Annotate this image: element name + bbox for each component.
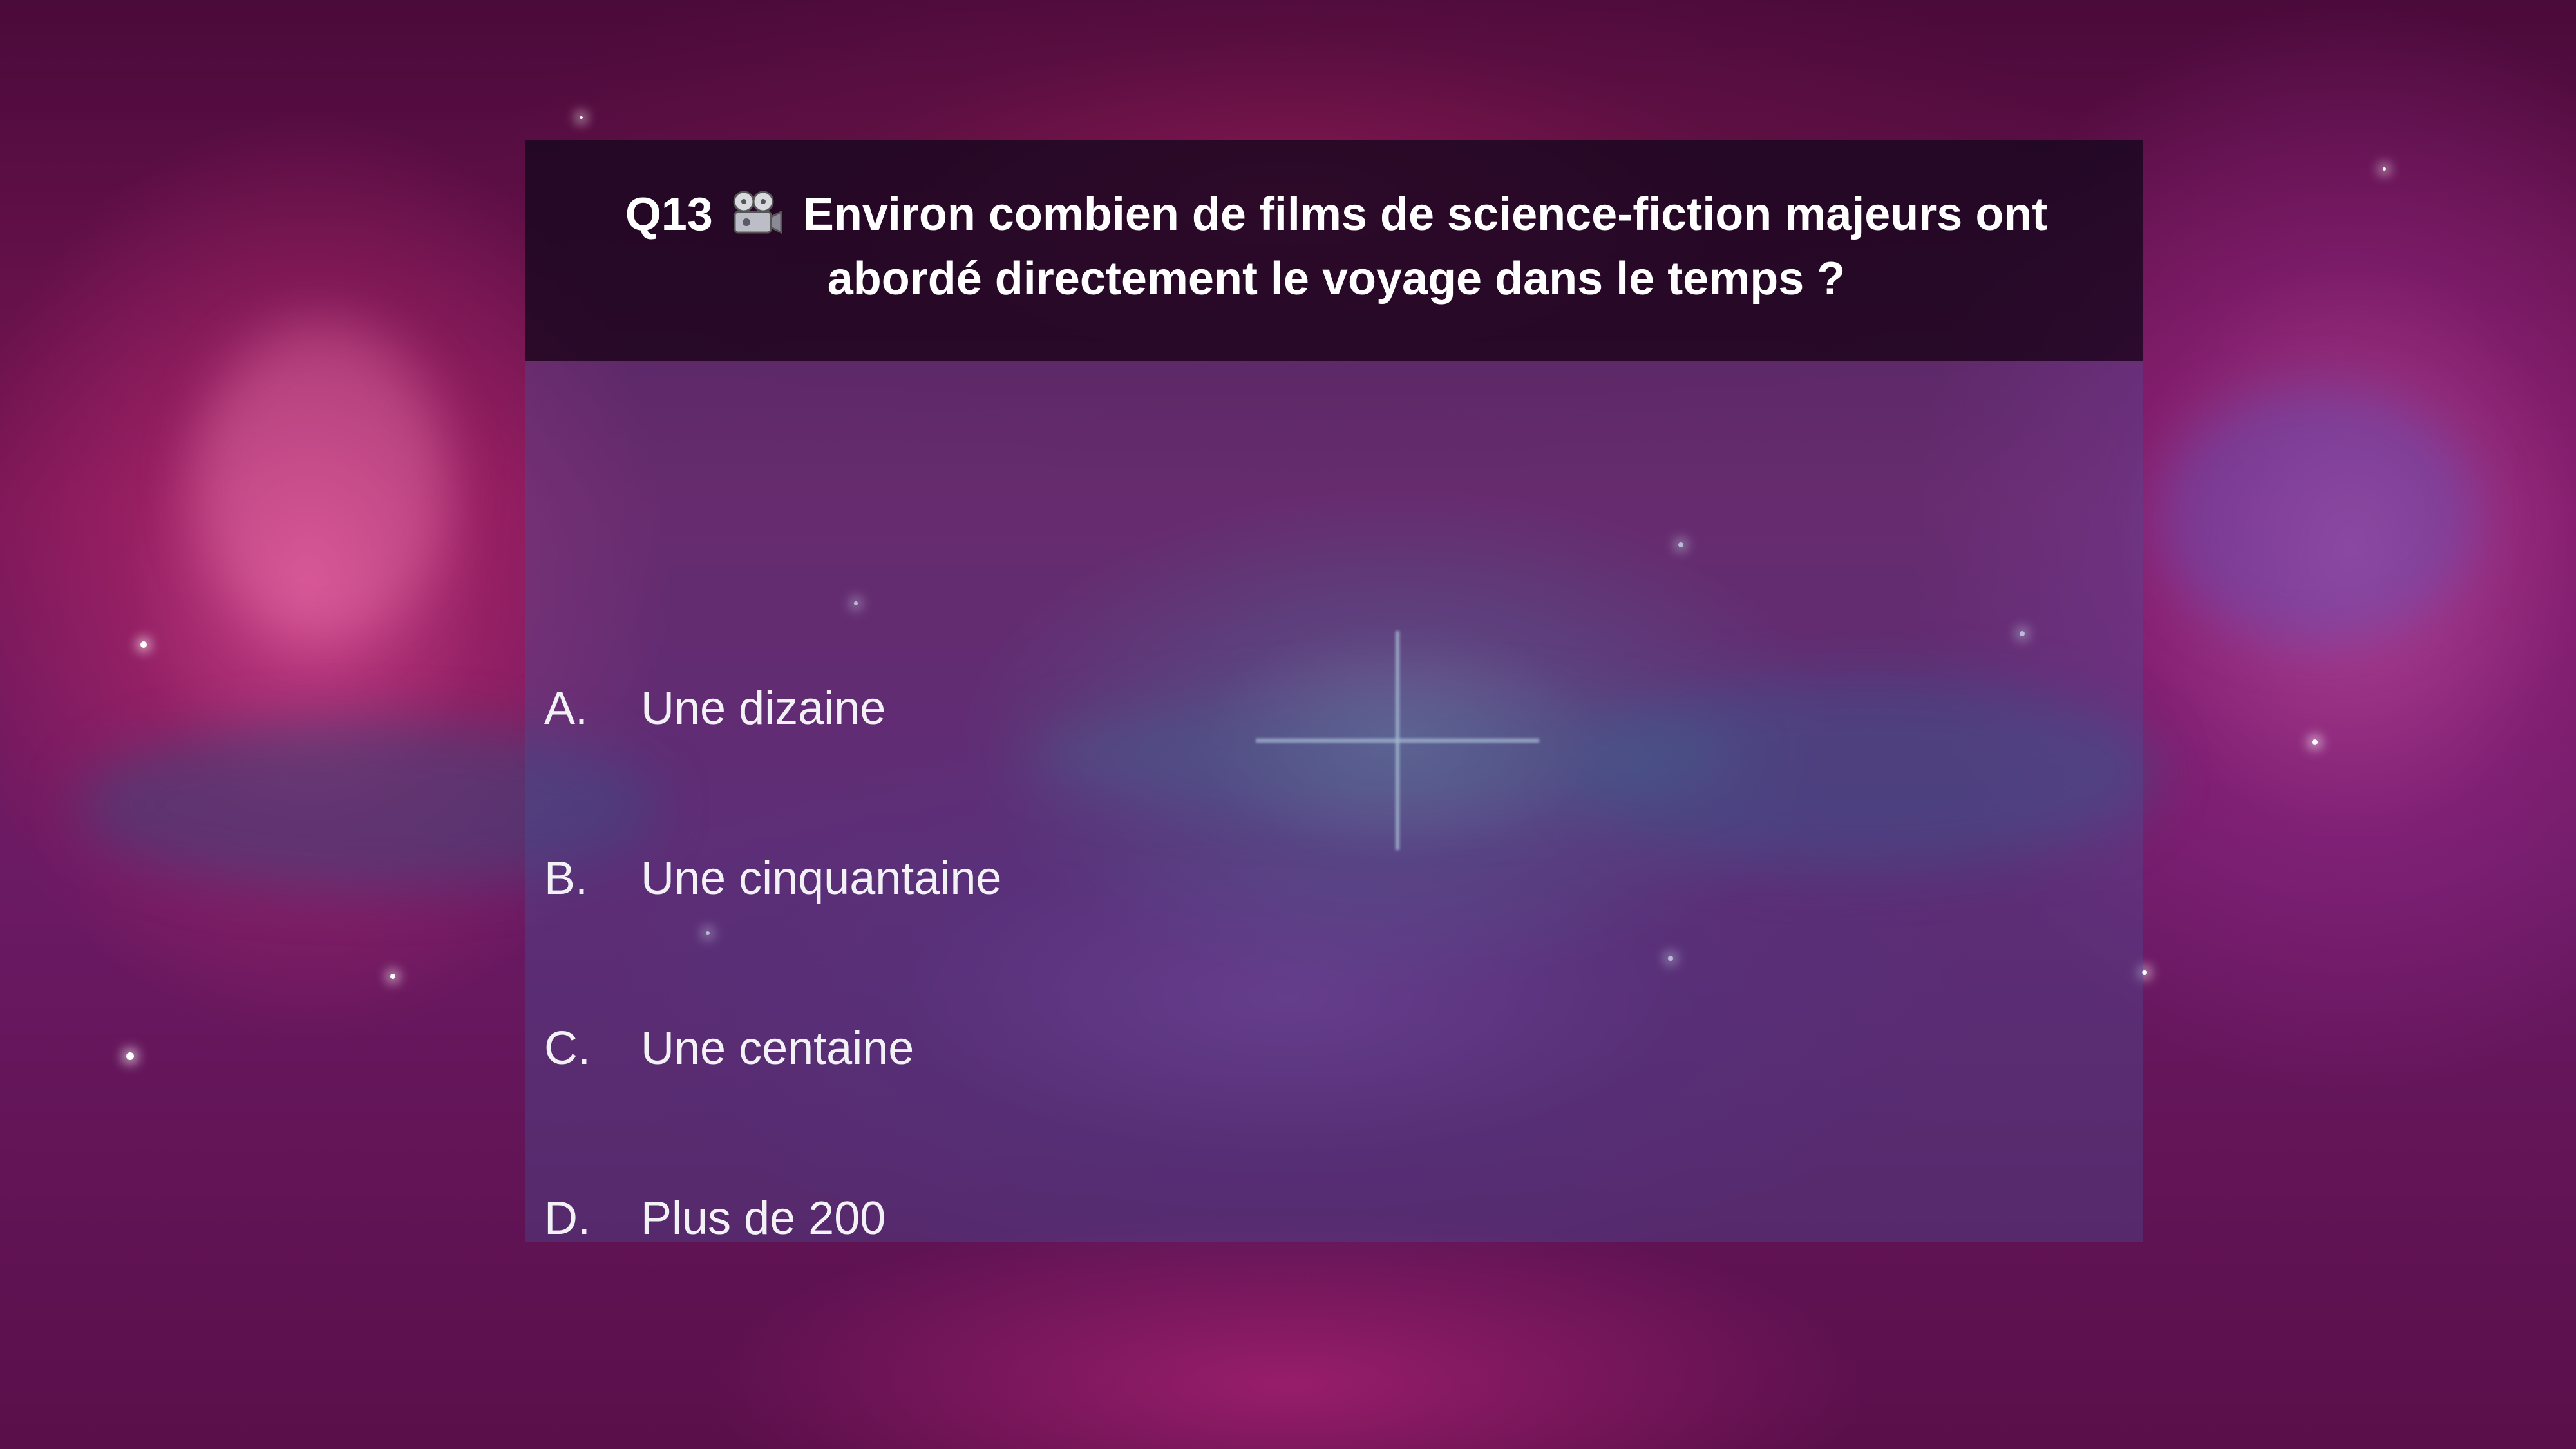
answer-letter: D. [544, 1193, 591, 1244]
answer-text: Une cinquantaine [641, 853, 1002, 904]
answers-panel: A. Une dizaine B. Une cinquantaine C. Un… [525, 361, 2143, 1244]
question-header: Q13 Environ combien de films de science-… [525, 140, 2143, 361]
answer-letter: A. [544, 683, 589, 734]
answer-text: Une dizaine [641, 683, 886, 734]
answer-text: Plus de 200 [641, 1193, 886, 1244]
answer-text: Une centaine [641, 1023, 914, 1074]
question-number: Q13 [625, 189, 713, 240]
answer-letter: B. [544, 853, 589, 904]
film-projector-icon [730, 190, 784, 250]
question-card: Q13 Environ combien de films de science-… [525, 140, 2143, 1244]
answer-letter: C. [544, 1023, 591, 1074]
question-text: Environ combien de films de science-fict… [802, 189, 2048, 305]
question-title: Q13 Environ combien de films de science-… [551, 185, 2122, 308]
